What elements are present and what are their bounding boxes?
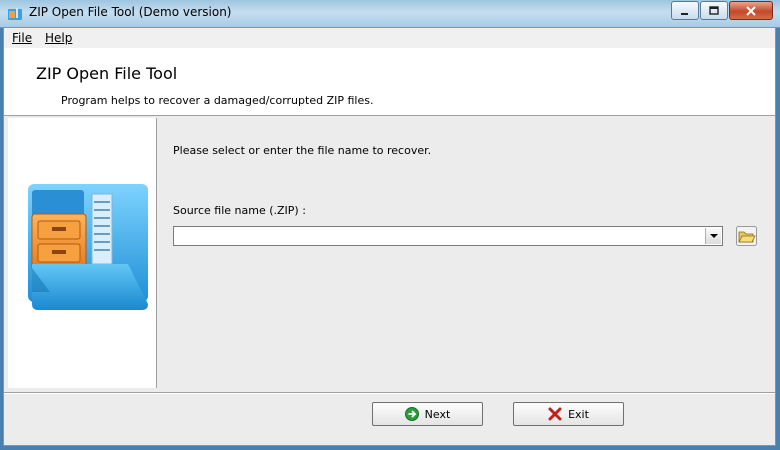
window-controls bbox=[670, 1, 773, 20]
open-folder-icon bbox=[736, 226, 757, 246]
side-logo-panel bbox=[8, 118, 157, 388]
zip-folder-logo bbox=[28, 184, 148, 310]
menu-file-label: File bbox=[12, 31, 33, 45]
next-button[interactable]: Next bbox=[372, 402, 483, 426]
maximize-icon bbox=[701, 2, 727, 19]
main-panel: Please select or enter the file name to … bbox=[157, 118, 776, 388]
client-area: File Help ZIP Open File Tool Program hel… bbox=[4, 28, 776, 446]
menu-help[interactable]: Help bbox=[45, 31, 72, 45]
combo-dropdown-button[interactable] bbox=[705, 228, 721, 244]
next-button-label: Next bbox=[424, 407, 451, 421]
minimize-icon bbox=[672, 2, 698, 19]
app-window: ZIP Open File Tool (Demo version) File H… bbox=[0, 0, 780, 450]
window-title: ZIP Open File Tool (Demo version) bbox=[29, 5, 232, 19]
browse-button[interactable] bbox=[736, 226, 757, 246]
menu-help-label: Help bbox=[45, 31, 73, 45]
page-subtitle: Program helps to recover a damaged/corru… bbox=[61, 94, 374, 107]
minimize-button[interactable] bbox=[671, 1, 699, 20]
zip-folder-icon bbox=[8, 8, 22, 20]
red-x-icon bbox=[548, 407, 562, 421]
instruction-text: Please select or enter the file name to … bbox=[173, 144, 432, 157]
chevron-down-icon bbox=[710, 234, 718, 238]
exit-button-label: Exit bbox=[568, 407, 589, 421]
green-arrow-icon bbox=[404, 407, 419, 421]
exit-button[interactable]: Exit bbox=[513, 402, 624, 426]
menu-bar: File Help bbox=[4, 28, 776, 49]
page-title: ZIP Open File Tool bbox=[36, 64, 178, 83]
close-button[interactable] bbox=[729, 1, 773, 20]
close-icon bbox=[730, 2, 772, 19]
title-bar[interactable]: ZIP Open File Tool (Demo version) bbox=[0, 0, 780, 28]
footer-divider-highlight bbox=[4, 393, 776, 394]
source-file-label: Source file name (.ZIP) : bbox=[173, 204, 306, 217]
maximize-button[interactable] bbox=[700, 1, 728, 20]
header-panel: ZIP Open File Tool Program helps to reco… bbox=[4, 48, 776, 116]
menu-file[interactable]: File bbox=[12, 31, 32, 45]
source-file-combobox[interactable] bbox=[173, 226, 723, 246]
